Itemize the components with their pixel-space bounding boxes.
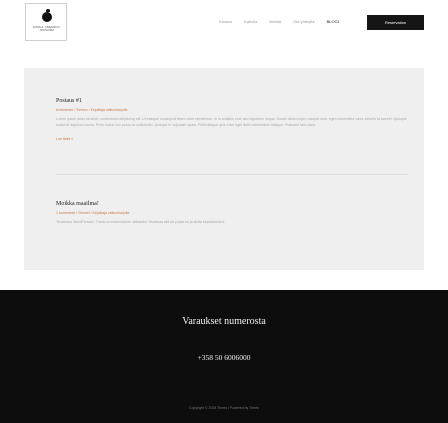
footer-title: Varaukset numerosta xyxy=(182,316,266,327)
post-excerpt: Lorem ipsum dolor sit amet, consectetur … xyxy=(56,117,407,127)
footer-copyright: Copyright © 2024 Theek | Powered by Thee… xyxy=(189,406,259,410)
apple-logo-icon xyxy=(42,12,52,22)
post-title[interactable]: Postaus #1 xyxy=(56,98,416,104)
post-title[interactable]: Moikka maailma! xyxy=(56,201,416,207)
blog-posts-area: Postaus #1 kommentoi / Yleinen / Kirjoit… xyxy=(24,68,424,270)
nav-item-blogi[interactable]: BLOGI xyxy=(327,19,339,24)
nav-item-ota-yhteytta[interactable]: Ota yhteyttä xyxy=(293,19,315,24)
site-header: KAHVILA · OMENAPUU · SIILINJÄRVI Etusivu… xyxy=(0,0,448,48)
reservation-button[interactable]: Reservation xyxy=(367,15,424,30)
blog-post: Moikka maailma! 1 kommentti / Yleinen / … xyxy=(56,201,416,226)
post-meta[interactable]: kommentoi / Yleinen / Kirjoittaja valtio… xyxy=(56,108,416,112)
post-divider xyxy=(56,174,408,175)
read-more-link[interactable]: Lue lisää » xyxy=(56,137,416,141)
nav-item-kahvila[interactable]: Kahvila xyxy=(244,19,257,24)
post-meta[interactable]: 1 kommentti / Yleinen / Kirjoittaja valt… xyxy=(56,211,416,215)
site-footer: Varaukset numerosta +358 50 6006000 Copy… xyxy=(0,290,448,423)
footer-phone[interactable]: +358 50 6006000 xyxy=(0,353,448,362)
nav-item-meista[interactable]: Meistä xyxy=(269,19,281,24)
blog-post: Postaus #1 kommentoi / Yleinen / Kirjoit… xyxy=(56,98,416,141)
nav-item-etusivu[interactable]: Etusivu xyxy=(219,19,232,24)
post-excerpt: Tervetuloa WordPressiin. Tämä on ensimmä… xyxy=(56,220,225,224)
logo-text: KAHVILA · OMENAPUU · SIILINJÄRVI xyxy=(32,26,62,32)
site-logo[interactable]: KAHVILA · OMENAPUU · SIILINJÄRVI xyxy=(25,3,67,41)
main-nav: Etusivu Kahvila Meistä Ota yhteyttä BLOG… xyxy=(219,19,351,24)
